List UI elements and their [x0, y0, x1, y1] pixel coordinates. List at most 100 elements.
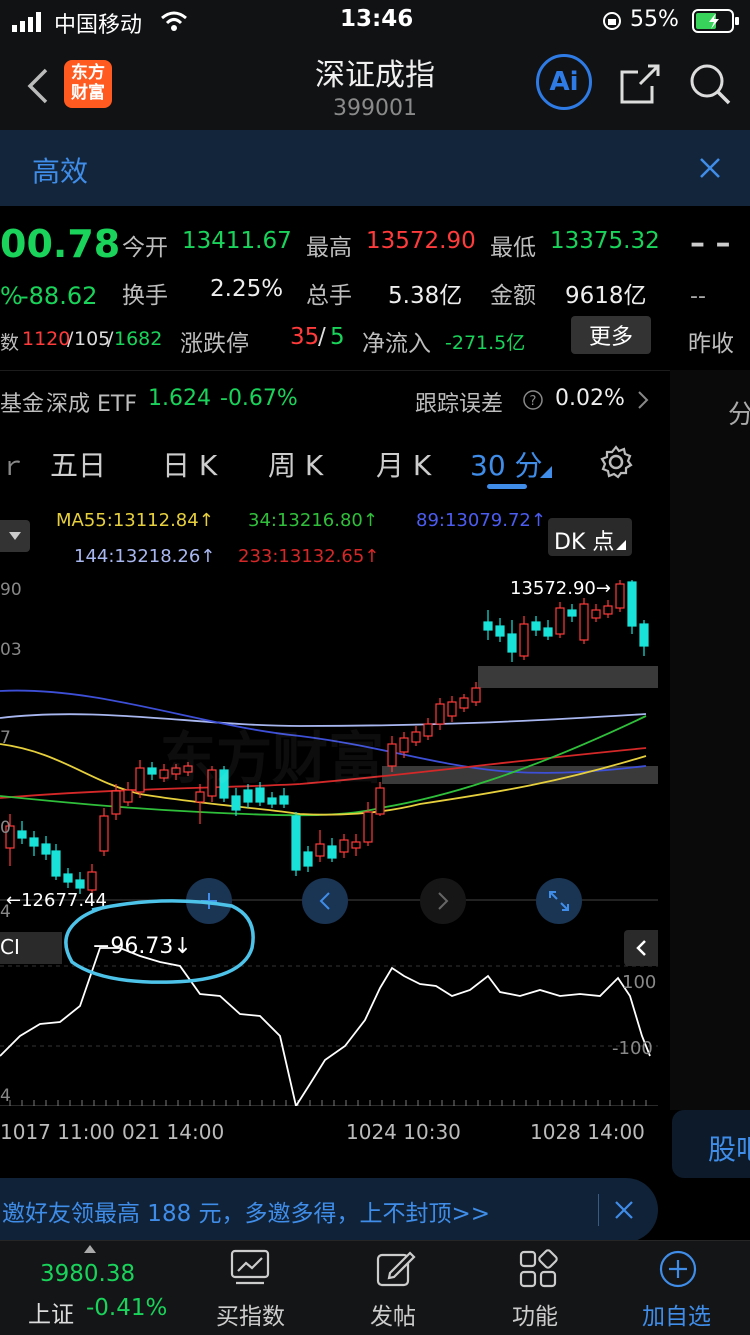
dk-point-label: DK 点 [554, 530, 615, 555]
kline-svg[interactable] [0, 576, 658, 1106]
guba-tab[interactable]: 股吧 [672, 1110, 750, 1178]
more-button[interactable]: 更多 [571, 316, 651, 354]
candle-body [423, 723, 433, 737]
ai-label: Ai [549, 67, 579, 97]
candle-body [363, 811, 373, 843]
share-icon[interactable] [618, 62, 662, 106]
y-label-2: 03 [0, 640, 22, 660]
pan-right-button[interactable] [420, 878, 466, 924]
x-label-2: 021 14:00 [122, 1120, 225, 1144]
add-watchlist-tab[interactable]: 加自选 [630, 1241, 730, 1335]
caret-up-icon [84, 1245, 96, 1253]
candle-body [519, 623, 529, 657]
candle-body [399, 737, 409, 753]
candle-body [123, 789, 133, 803]
tab-30min[interactable]: 30 分 [470, 444, 543, 484]
guba-label: 股吧 [708, 1133, 750, 1166]
period-tabs: ｒ 五日 日 K 周 K 月 K 30 分 [0, 428, 670, 499]
limit-up-count: 35 [290, 324, 320, 350]
svg-text:?: ? [530, 394, 537, 409]
breadth-flat: 105 [74, 328, 111, 350]
active-tab-indicator [487, 484, 527, 489]
x-label-3: 1024 10:30 [346, 1120, 461, 1144]
tab-monthly-k[interactable]: 月 K [376, 444, 431, 484]
ma-legend: MA55:13112.84↑ 34:13216.80↑ 89:13079.72↑… [0, 498, 670, 576]
tracking-value: 0.02% [555, 386, 625, 411]
etf-row[interactable]: 基金 深成 ETF 1.624 -0.67% 跟踪误差 ? 0.02% [0, 370, 670, 430]
high-marker: 13572.90→ [510, 578, 611, 599]
breadth-label: 数 [0, 332, 20, 354]
candle-body [51, 850, 61, 877]
turnover-value: 2.25% [210, 276, 284, 302]
index-change: -0.41% [86, 1295, 168, 1321]
add-watchlist-label: 加自选 [642, 1304, 711, 1330]
settings-gear-icon[interactable] [598, 444, 634, 480]
bottom-tab-bar: 3980.38 上证 -0.41% 买指数 发帖 功能 加自选 [0, 1240, 750, 1335]
indicator-name: CI [0, 935, 20, 959]
candle-body [315, 843, 325, 857]
indicator-selector[interactable]: CI [0, 932, 62, 964]
collapse-button[interactable] [624, 930, 658, 966]
limit-label: 涨跌停 [180, 331, 249, 357]
ad-text: 邀好友领最高 188 元，多邀多得，上不封顶>> [2, 1201, 491, 1227]
limit-down-count: 5 [330, 324, 345, 350]
close-icon[interactable] [614, 1200, 634, 1220]
battery-percent: 55% [630, 7, 679, 32]
carrier-name: 中国移动 [54, 13, 143, 38]
current-price: 00.78 [0, 222, 121, 266]
tab-dropdown-icon[interactable] [540, 466, 552, 478]
index-name: 上证 [28, 1302, 74, 1328]
functions-tab[interactable]: 功能 [488, 1241, 588, 1335]
candle-body [555, 607, 565, 635]
high-label: 最高 [306, 235, 352, 261]
candle-body [339, 839, 349, 853]
chevron-right-icon[interactable] [636, 389, 650, 411]
candle-body [567, 609, 577, 617]
candle-body [87, 871, 97, 891]
tab-five-day[interactable]: 五日 [50, 444, 106, 484]
tab-weekly-k[interactable]: 周 K [268, 444, 323, 484]
chevron-left-icon [319, 892, 330, 910]
tab-daily-k[interactable]: 日 K [162, 444, 217, 484]
candle-body [579, 603, 589, 641]
volume-value: 5.38亿 [388, 283, 463, 309]
invite-ad-bar[interactable]: 邀好友领最高 188 元，多邀多得，上不封顶>> [0, 1178, 658, 1242]
candle-body [447, 701, 457, 717]
fullscreen-button[interactable] [536, 878, 582, 924]
candle-body [603, 605, 613, 615]
ai-button[interactable]: Ai [536, 54, 592, 110]
tracking-label: 跟踪误差 [415, 392, 504, 417]
breadth-up: 1120 [22, 328, 71, 350]
candle-body [627, 581, 637, 627]
dk-point-button[interactable]: DK 点 [548, 518, 632, 556]
right-dash-2: -- [690, 284, 706, 309]
candle-body [351, 841, 361, 849]
post-tab[interactable]: 发帖 [346, 1241, 446, 1335]
search-icon[interactable] [688, 62, 732, 106]
candle-body [543, 627, 553, 637]
promo-banner[interactable]: 高效 [0, 130, 750, 206]
help-icon[interactable]: ? [522, 389, 544, 411]
candle-body [63, 873, 73, 883]
ma-dropdown[interactable] [0, 520, 30, 552]
candle-body [303, 851, 313, 867]
candle-body [387, 743, 397, 767]
side-panel: 分 [670, 370, 750, 1110]
amount-label: 金额 [490, 283, 536, 309]
clock: 13:46 [340, 6, 414, 32]
index-ticker[interactable]: 3980.38 上证 -0.41% [20, 1241, 167, 1335]
candle-body [231, 795, 241, 811]
pan-left-button[interactable] [302, 878, 348, 924]
candle-body [291, 815, 301, 871]
netflow-label: 净流入 [362, 331, 431, 357]
candle-body [279, 795, 289, 805]
candle-body [459, 697, 469, 709]
kline-chart[interactable]: 东方财富 90 03 7 0 4 13572.90→ ←12677.44 CI … [0, 576, 658, 1106]
ad-divider [598, 1194, 599, 1226]
tab-edge: ｒ [0, 452, 27, 482]
cci-neg100-label: -100 [612, 1038, 653, 1059]
close-icon[interactable] [698, 156, 722, 180]
ma34-value: 34:13216.80↑ [248, 510, 378, 531]
open-label: 今开 [122, 235, 168, 261]
buy-index-tab[interactable]: 买指数 [200, 1241, 300, 1335]
